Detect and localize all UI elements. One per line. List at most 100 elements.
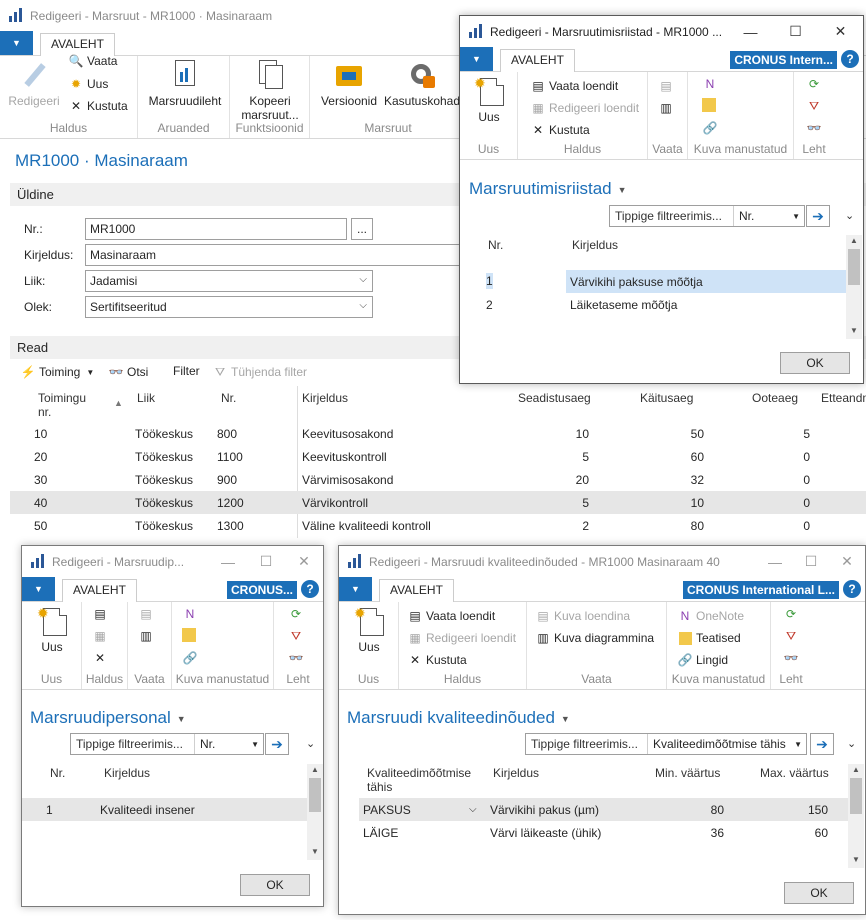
filter-input[interactable]: Tippige filtreerimis... — [526, 734, 648, 754]
view-list-button[interactable]: ▤ Vaata loendit — [407, 608, 495, 624]
where-used-button[interactable]: Kasutuskohad — [382, 60, 462, 108]
find-button[interactable]: 👓 — [806, 120, 825, 136]
table-row-selected[interactable]: 1 Kvaliteedi insener — [22, 798, 307, 821]
table-row[interactable]: LÄIGE Värvi läikeaste (ühik) 36 60 — [359, 821, 848, 844]
close-icon[interactable]: ✕ — [818, 16, 863, 47]
caret-down-icon[interactable]: ▼ — [177, 714, 186, 724]
ok-button[interactable]: OK — [784, 882, 854, 904]
show-list-button[interactable]: ▤ — [658, 78, 677, 94]
app-menu-button[interactable]: ▼ — [0, 31, 33, 55]
show-chart-button[interactable]: ▥ — [138, 628, 157, 644]
edit-list-button[interactable]: ▦ — [92, 628, 111, 644]
caret-down-icon[interactable]: ▼ — [618, 185, 627, 195]
type-select[interactable]: Jadamisi ⌵ — [85, 270, 373, 292]
close-icon[interactable]: ✕ — [285, 546, 323, 577]
app-menu-button[interactable]: ▼ — [22, 577, 55, 601]
scroll-up-icon[interactable]: ▲ — [848, 765, 864, 777]
table-row-selected[interactable]: PAKSUS ⌵ Värvikihi pakus (µm) 80 150 — [359, 798, 848, 821]
table-row[interactable]: 50 Töökeskus 1300 Väline kvaliteedi kontrol… — [10, 514, 866, 537]
show-list-button[interactable]: ▤ — [138, 606, 157, 622]
minimize-icon[interactable]: — — [209, 546, 247, 577]
col-no[interactable]: Nr. — [221, 391, 236, 405]
scroll-thumb[interactable] — [848, 249, 860, 285]
help-icon[interactable]: ? — [843, 580, 861, 598]
action-menu[interactable]: ⚡ Toiming ▼ — [20, 364, 95, 380]
company-badge[interactable]: CRONUS... — [226, 581, 297, 599]
apply-filter-button[interactable]: ➔ — [265, 733, 289, 755]
table-row-selected[interactable]: 1 Värvikihi paksuse mõõtja — [470, 270, 846, 293]
col-move-time[interactable]: Etteandm — [821, 391, 866, 405]
col-description[interactable]: Kirjeldus — [572, 238, 618, 252]
route-sheet-button[interactable]: Marsruudileht — [144, 60, 226, 108]
scroll-down-icon[interactable]: ▼ — [846, 326, 862, 338]
onenote-button[interactable]: N — [702, 76, 721, 92]
find-button[interactable]: 👓 Otsi — [108, 364, 149, 380]
col-run-time[interactable]: Käitusaeg — [640, 391, 693, 405]
col-wait-time[interactable]: Ooteaeg — [752, 391, 798, 405]
col-description[interactable]: Kirjeldus — [104, 766, 150, 780]
scrollbar[interactable]: ▲ ▼ — [307, 764, 323, 860]
delete-button[interactable]: ✕ — [92, 650, 111, 666]
collapse-icon[interactable]: ⌄ — [306, 737, 315, 750]
minimize-icon[interactable]: — — [728, 16, 773, 47]
view-list-button[interactable]: ▤ — [92, 606, 111, 622]
notes-button[interactable]: Teatised — [677, 630, 741, 646]
scroll-down-icon[interactable]: ▼ — [307, 847, 323, 859]
filter-input[interactable]: Tippige filtreerimis... — [71, 734, 195, 754]
maximize-icon[interactable]: ☐ — [773, 16, 818, 47]
col-type[interactable]: Liik — [137, 391, 155, 405]
scroll-down-icon[interactable]: ▼ — [848, 855, 864, 867]
app-menu-button[interactable]: ▼ — [460, 47, 493, 71]
filter-field-select[interactable]: Nr. ▼ — [195, 734, 263, 754]
col-max-value[interactable]: Max. väärtus — [760, 766, 829, 780]
view-button[interactable]: 🔍 Vaata — [68, 53, 118, 69]
delete-button[interactable]: ✕ Kustuta — [68, 98, 128, 114]
ok-button[interactable]: OK — [780, 352, 850, 374]
notes-button[interactable] — [182, 628, 199, 642]
maximize-icon[interactable]: ☐ — [247, 546, 285, 577]
col-setup-time[interactable]: Seadistusaeg — [518, 391, 591, 405]
scroll-up-icon[interactable]: ▲ — [307, 765, 323, 777]
find-button[interactable]: 👓 — [288, 650, 307, 666]
delete-button[interactable]: ✕ Kustuta — [530, 122, 590, 138]
notes-button[interactable] — [702, 98, 719, 112]
edit-list-button[interactable]: ▦ Redigeeri loendit — [530, 100, 639, 116]
col-op-no[interactable]: Toimingu nr. — [38, 391, 86, 419]
refresh-button[interactable]: ⟳ — [288, 606, 307, 622]
apply-filter-button[interactable]: ➔ — [810, 733, 834, 755]
company-badge[interactable]: CRONUS Intern... — [730, 51, 837, 69]
minimize-icon[interactable]: — — [757, 546, 793, 577]
find-button[interactable]: 👓 — [783, 650, 802, 666]
links-button[interactable]: 🔗 — [182, 650, 201, 666]
chevron-down-icon[interactable]: ⌵ — [469, 804, 477, 815]
col-no[interactable]: Nr. — [488, 238, 503, 252]
caret-down-icon[interactable]: ▼ — [561, 714, 570, 724]
maximize-icon[interactable]: ☐ — [793, 546, 829, 577]
table-row-selected[interactable]: 40 Töökeskus 1200 Värvikontroll 5 10 0 — [10, 491, 866, 514]
no-field[interactable]: MR1000 — [85, 218, 347, 240]
edit-button[interactable]: Redigeeri — [8, 60, 60, 108]
filter-field-select[interactable]: Kvaliteedimõõtmise tähis ▼ — [648, 734, 806, 754]
close-icon[interactable]: ✕ — [829, 546, 865, 577]
help-icon[interactable]: ? — [301, 580, 319, 598]
links-button[interactable]: 🔗 Lingid — [677, 652, 729, 668]
scroll-thumb[interactable] — [309, 778, 321, 812]
table-row[interactable]: 20 Töökeskus 1100 Keevituskontroll 5 60 0 — [10, 445, 866, 468]
copy-route-button[interactable]: Kopeeri marsruut... — [234, 60, 306, 122]
clear-filter-button[interactable]: ⛛ — [806, 98, 825, 114]
clear-filter-button[interactable]: ⛛ Tühjenda filter — [212, 364, 307, 380]
filter-input[interactable]: Tippige filtreerimis... — [610, 206, 734, 226]
clear-filter-button[interactable]: ⛛ — [783, 628, 802, 644]
show-list-button[interactable]: ▤ Kuva loendina — [535, 608, 630, 624]
scrollbar[interactable]: ▲ ▼ — [848, 764, 864, 868]
onenote-button[interactable]: N — [182, 606, 201, 622]
collapse-icon[interactable]: ⌄ — [847, 737, 856, 750]
apply-filter-button[interactable]: ➔ — [806, 205, 830, 227]
tab-home[interactable]: AVALEHT — [379, 579, 454, 603]
new-button[interactable]: ✹ Uus — [343, 606, 395, 654]
table-row[interactable]: 2 Läiketaseme mõõtja — [470, 293, 846, 316]
filter-button[interactable]: Filter — [173, 364, 200, 378]
company-badge[interactable]: CRONUS International L... — [682, 581, 839, 599]
col-description[interactable]: Kirjeldus — [493, 766, 539, 780]
scroll-thumb[interactable] — [850, 778, 862, 814]
